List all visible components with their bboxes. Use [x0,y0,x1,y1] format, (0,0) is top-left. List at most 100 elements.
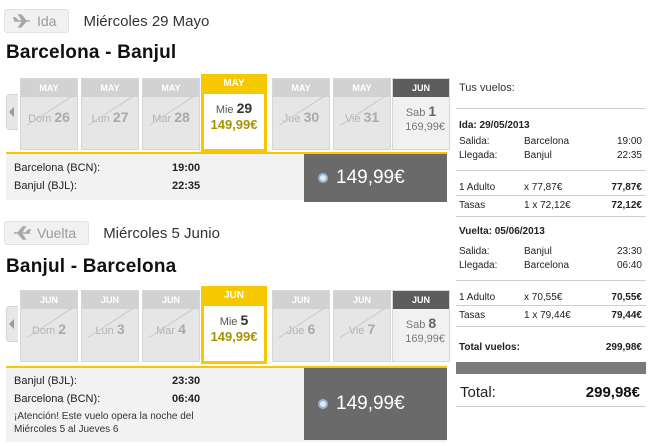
return-day-7[interactable]: JUN Vie 7 [333,290,391,362]
outbound-from: Barcelona (BCN): [14,162,101,174]
summary-tax-total: 72,12€ [611,200,642,211]
outbound-fare-price: 149,99€ [336,167,405,188]
day-weekday: Dom [28,113,52,125]
day-number: 27 [112,109,129,125]
outbound-day-29-selected[interactable]: MAY Mie 29 149,99€ [201,74,267,152]
return-tag-label: Vuelta [37,225,77,241]
return-overnight-notice: ¡Atención! Este vuelo opera la noche del… [14,411,194,435]
day-price: 169,99€ [405,121,445,133]
summary-arrival-city: Banjul [524,150,552,161]
divider [456,406,646,407]
day-month: MAY [204,74,264,94]
divider [456,305,646,306]
outbound-day-1[interactable]: JUN Sab 1 169,99€ [392,78,450,150]
summary-tax-label: Tasas [459,310,486,321]
day-number: 31 [363,109,380,125]
summary-tax-price: 1 x 72,12€ [524,200,571,211]
divider [456,280,646,281]
summary-departure-time: 23:30 [616,246,642,257]
outbound-date: Miércoles 29 Mayo [83,12,210,30]
day-weekday: Mie [219,316,238,328]
day-weekday: Sab [405,107,426,119]
divider [456,195,646,196]
return-from-time: 23:30 [172,375,201,387]
day-number: 28 [174,109,190,125]
return-route-title: Banjul - Barcelona [6,256,177,277]
outbound-day-31[interactable]: MAY Vie 31 [333,78,391,150]
return-day-5-selected[interactable]: JUN Mie 5 149,99€ [201,286,267,364]
summary-departure-label: Salida: [459,136,490,147]
day-number: 6 [307,321,316,337]
day-month: JUN [334,291,390,309]
day-price: 169,99€ [405,333,445,345]
return-date-strip: JUN Dom 2 JUN Lun 3 JUN Mar 4 JUN Mie 5 … [6,286,450,364]
day-number: 2 [58,321,67,337]
summary-title: Tus vuelos: [459,82,515,94]
outbound-route-title: Barcelona - Banjul [6,42,177,63]
outbound-day-26[interactable]: MAY Dom 26 [20,78,78,150]
outbound-date-strip: MAY Dom 26 MAY Lun 27 MAY Mar 28 MAY Mie… [6,74,450,152]
day-weekday: Lun [91,113,110,125]
day-weekday: Jue [282,113,301,125]
summary-departure-label: Salida: [459,246,490,257]
day-number: 3 [116,321,125,337]
day-number: 4 [178,321,186,337]
summary-arrival-time: 22:35 [616,150,642,161]
day-month: MAY [273,79,329,97]
summary-adult-label: 1 Adulto [459,292,496,303]
outbound-tag-label: Ida [37,13,57,29]
day-number: 29 [236,100,253,116]
summary-arrival-city: Barcelona [524,260,570,271]
outbound-from-time: 19:00 [172,162,201,174]
day-weekday: Sab [405,319,426,331]
summary-tax-label: Tasas [459,200,486,211]
summary-outbound-header: Ida: 29/05/2013 [459,120,530,131]
outbound-to: Banjul (BJL): [14,180,77,192]
return-tag[interactable]: Vuelta [4,221,90,245]
outbound-day-28[interactable]: MAY Mar 28 [142,78,200,150]
summary-adult-total: 77,87€ [611,182,642,193]
return-day-8[interactable]: JUN Sab 8 169,99€ [392,290,450,362]
day-price: 149,99€ [210,329,258,344]
radio-selected-icon[interactable] [318,399,328,409]
return-day-4[interactable]: JUN Mar 4 [142,290,200,362]
return-day-6[interactable]: JUN Jue 6 [272,290,330,362]
summary-adult-price: x 70,55€ [524,292,563,303]
return-date: Miércoles 5 Junio [103,224,220,242]
day-number: 1 [428,103,437,119]
summary-arrival-label: Llegada: [459,150,498,161]
summary-arrival-time: 06:40 [616,260,642,271]
summary-departure-city: Banjul [524,246,552,257]
airplane-icon [13,14,30,28]
summary-total-flights-value: 299,98€ [605,342,642,353]
day-month: MAY [143,79,199,97]
radio-selected-icon[interactable] [318,173,328,183]
summary-adult-price: x 77,87€ [524,182,563,193]
grand-total-label: Total: [460,384,496,401]
summary-departure-city: Barcelona [524,136,570,147]
day-month: JUN [21,291,77,309]
outbound-to-time: 22:35 [172,180,201,192]
outbound-day-30[interactable]: MAY Jue 30 [272,78,330,150]
day-month: JUN [393,79,449,97]
outbound-tag[interactable]: Ida [4,9,70,33]
summary-arrival-label: Llegada: [459,260,498,271]
outbound-header: Ida Miércoles 29 Mayo [4,8,209,34]
day-weekday: Mie [215,104,234,116]
return-flight-info: Banjul (BJL): 23:30 Barcelona (BCN): 06:… [6,366,447,442]
summary-return-header: Vuelta: 05/06/2013 [459,226,545,237]
divider [456,326,646,327]
summary-tax-total: 79,44€ [611,310,642,321]
return-day-2[interactable]: JUN Dom 2 [20,290,78,362]
return-to-time: 06:40 [172,393,201,405]
summary-adult-total: 70,55€ [611,292,642,303]
day-month: JUN [143,291,199,309]
outbound-fare-option[interactable]: 149,99€ [304,154,447,202]
return-fare-option[interactable]: 149,99€ [304,368,447,440]
chevron-left-icon[interactable] [6,306,18,342]
day-month: JUN [204,286,264,306]
divider [456,216,646,217]
outbound-day-27[interactable]: MAY Lun 27 [81,78,139,150]
chevron-left-icon[interactable] [6,94,18,130]
return-day-3[interactable]: JUN Lun 3 [81,290,139,362]
